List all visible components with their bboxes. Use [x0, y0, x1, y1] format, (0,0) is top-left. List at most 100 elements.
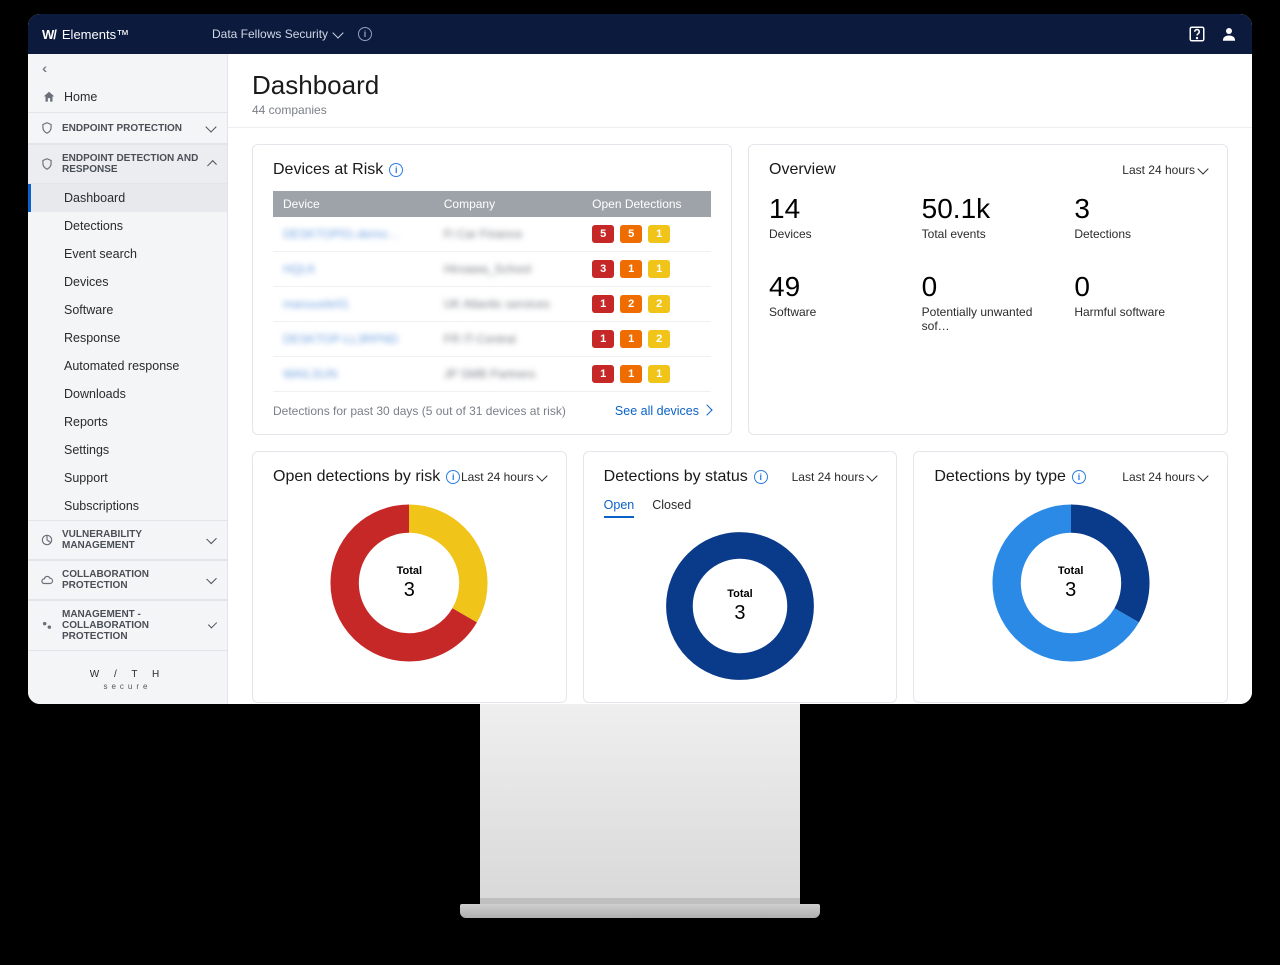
table-row[interactable]: HQLKHiroawa_School311	[273, 252, 711, 287]
sidebar: ‹‹ Home ENDPOINT PROTECTION ENDPOINT DET…	[28, 54, 228, 704]
sidebar-item-software[interactable]: Software	[28, 296, 227, 324]
sidebar-item-subscriptions[interactable]: Subscriptions	[28, 492, 227, 520]
detection-pill: 2	[620, 295, 642, 313]
card-title: Devices at Risk i	[273, 161, 403, 179]
radar-icon	[40, 533, 54, 547]
device-name: HQLK	[283, 262, 316, 276]
detection-pill: 3	[592, 260, 614, 278]
detections-by-type-card: Detections by typei Last 24 hours Total3	[913, 451, 1228, 703]
status-filter[interactable]: Last 24 hours	[792, 470, 877, 484]
page-header: Dashboard 44 companies	[228, 54, 1252, 127]
chevron-down-icon	[1197, 163, 1208, 174]
company-cell: Hiroawa_School	[444, 262, 531, 276]
sidebar-section-edr[interactable]: ENDPOINT DETECTION AND RESPONSE	[28, 144, 227, 184]
shield-icon	[40, 157, 54, 171]
detection-pill: 1	[592, 295, 614, 313]
sidebar-section-vm[interactable]: VULNERABILITY MANAGEMENT	[28, 520, 227, 560]
brand: W/ Elements™	[42, 27, 212, 42]
table-row[interactable]: DESKTOP-LL3RPNDFR IT-Central112	[273, 322, 711, 357]
type-filter[interactable]: Last 24 hours	[1122, 470, 1207, 484]
overview-stat: 0Harmful software	[1074, 271, 1207, 333]
chevron-up-icon	[207, 160, 217, 170]
detection-pill: 5	[592, 225, 614, 243]
info-icon[interactable]: i	[754, 470, 768, 484]
detection-pill: 1	[620, 365, 642, 383]
help-icon[interactable]	[1188, 25, 1206, 43]
chevron-down-icon	[536, 470, 547, 481]
page-subtitle: 44 companies	[252, 103, 1228, 117]
see-all-devices-link[interactable]: See all devices	[615, 404, 711, 418]
sidebar-item-devices[interactable]: Devices	[28, 268, 227, 296]
overview-stat: 0Potentially unwanted sof…	[922, 271, 1055, 333]
cloud-icon	[40, 573, 54, 587]
chevron-down-icon	[206, 533, 217, 544]
chevron-down-icon	[208, 619, 217, 628]
chevron-right-icon	[701, 404, 712, 415]
sidebar-home-label: Home	[64, 90, 97, 104]
chevron-down-icon	[867, 470, 878, 481]
overview-card: Overview Last 24 hours 14Devices 50.1kTot…	[748, 144, 1228, 435]
table-row[interactable]: manuuele01UK Atlantic services122	[273, 287, 711, 322]
detection-pill: 2	[648, 330, 670, 348]
sidebar-item-support[interactable]: Support	[28, 464, 227, 492]
company-cell: UK Atlantic services	[444, 297, 550, 311]
content-area: Dashboard 44 companies Devices at Risk i	[228, 54, 1252, 704]
detection-pill: 1	[648, 365, 670, 383]
sidebar-item-settings[interactable]: Settings	[28, 436, 227, 464]
tab-open[interactable]: Open	[604, 498, 635, 518]
sidebar-section-mcp[interactable]: MANAGEMENT - COLLABORATION PROTECTION	[28, 600, 227, 651]
sidebar-item-home[interactable]: Home	[28, 82, 227, 112]
brand-name: Elements™	[62, 27, 129, 42]
detection-pill: 5	[620, 225, 642, 243]
company-picker[interactable]: Data Fellows Security i	[212, 27, 372, 41]
shield-icon	[40, 121, 54, 135]
sidebar-item-reports[interactable]: Reports	[28, 408, 227, 436]
tab-closed[interactable]: Closed	[652, 498, 691, 518]
sidebar-item-event-search[interactable]: Event search	[28, 240, 227, 268]
page-title: Dashboard	[252, 70, 1228, 101]
sidebar-section-epp[interactable]: ENDPOINT PROTECTION	[28, 112, 227, 144]
brand-logo-icon: W/	[42, 27, 56, 42]
info-icon[interactable]: i	[389, 163, 403, 177]
device-name: WAILSUN	[283, 367, 337, 381]
chevron-down-icon	[1197, 470, 1208, 481]
overview-stat: 3Detections	[1074, 193, 1207, 241]
device-name: DESKTOP01-demo…	[283, 227, 400, 241]
company-name: Data Fellows Security	[212, 27, 328, 41]
open-detections-by-risk-card: Open detections by riski Last 24 hours T…	[252, 451, 567, 703]
detection-pill: 1	[592, 330, 614, 348]
detection-pill: 1	[620, 330, 642, 348]
chevron-down-icon	[206, 573, 217, 584]
sidebar-item-response[interactable]: Response	[28, 324, 227, 352]
detection-pill: 2	[648, 295, 670, 313]
devices-table: Device Company Open Detections DESKTOP01…	[273, 191, 711, 392]
card-title: Overview	[769, 161, 836, 179]
chevron-down-icon	[332, 27, 343, 38]
info-icon[interactable]: i	[446, 470, 460, 484]
detection-pill: 1	[620, 260, 642, 278]
sidebar-item-automated-response[interactable]: Automated response	[28, 352, 227, 380]
device-name: manuuele01	[283, 297, 349, 311]
info-icon[interactable]: i	[358, 27, 372, 41]
sidebar-item-downloads[interactable]: Downloads	[28, 380, 227, 408]
overview-stat: 14Devices	[769, 193, 902, 241]
sidebar-item-detections[interactable]: Detections	[28, 212, 227, 240]
sidebar-item-dashboard[interactable]: Dashboard	[28, 184, 227, 212]
table-row[interactable]: WAILSUNJP SMB Partners111	[273, 357, 711, 392]
devices-at-risk-card: Devices at Risk i Device Company Open De…	[252, 144, 732, 435]
company-cell: Fi Car Finance	[444, 227, 523, 241]
chevron-down-icon	[205, 121, 216, 132]
overview-stat: 49Software	[769, 271, 902, 333]
devices-footer-note: Detections for past 30 days (5 out of 31…	[273, 404, 566, 418]
home-icon	[42, 90, 56, 104]
user-icon[interactable]	[1220, 25, 1238, 43]
sidebar-section-cp[interactable]: COLLABORATION PROTECTION	[28, 560, 227, 600]
sidebar-collapse-button[interactable]: ‹‹	[28, 54, 227, 82]
detection-pill: 1	[648, 260, 670, 278]
overview-stat: 50.1kTotal events	[922, 193, 1055, 241]
table-row[interactable]: DESKTOP01-demo…Fi Car Finance551	[273, 217, 711, 252]
overview-filter[interactable]: Last 24 hours	[1122, 163, 1207, 177]
risk-filter[interactable]: Last 24 hours	[461, 470, 546, 484]
info-icon[interactable]: i	[1072, 470, 1086, 484]
detection-pill: 1	[648, 225, 670, 243]
